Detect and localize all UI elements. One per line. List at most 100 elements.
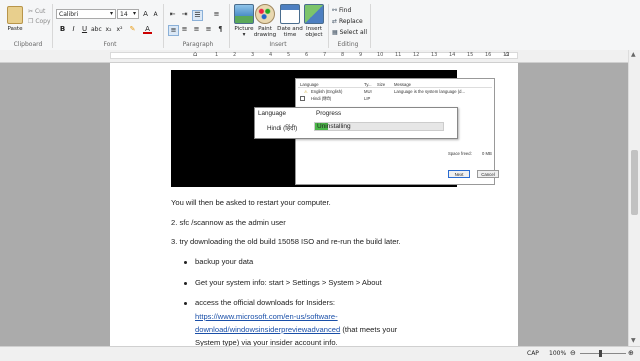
paragraph-restart: You will then be asked to restart your c… <box>171 198 331 207</box>
select-all-button[interactable]: ▦ Select all <box>332 29 367 36</box>
cut-label: Cut <box>34 8 46 15</box>
copy-icon: ❐ <box>28 18 34 25</box>
underline-button[interactable]: U <box>80 25 89 34</box>
paste-label: Paste <box>7 26 23 32</box>
right-indent-marker-icon[interactable]: ⌂ <box>505 50 509 58</box>
indent-marker-icon[interactable]: ⌂ <box>193 50 197 58</box>
highlight-color-icon[interactable]: ✎ <box>128 25 137 34</box>
font-family-select[interactable]: Calibri ▾ <box>56 9 116 19</box>
paste-button[interactable]: Paste <box>0 4 30 32</box>
shrink-font-button[interactable]: A <box>151 10 160 19</box>
clipboard-group-label: Clipboard <box>13 41 43 48</box>
divider <box>163 4 164 48</box>
ruler-number: 12 <box>413 52 420 58</box>
scroll-up-icon[interactable]: ▲ <box>631 51 636 58</box>
embedded-screenshot: Language Ty... Size Message ⚠ English (E… <box>171 70 499 187</box>
ruler-number: 6 <box>305 52 309 58</box>
scrollbar-thumb[interactable] <box>631 150 638 215</box>
object-icon <box>304 4 324 24</box>
bullet-list-icon[interactable]: ☰ <box>192 10 203 21</box>
zoom-slider-thumb[interactable] <box>599 350 602 357</box>
find-label: Find <box>338 7 352 14</box>
download-link-part-2[interactable]: download/windowsinsiderpreviewadvanced <box>195 325 340 334</box>
superscript-button[interactable]: x² <box>115 25 124 34</box>
download-link-part-1[interactable]: https://www.microsoft.com/en-us/software… <box>195 312 338 321</box>
font-color-button[interactable]: A <box>143 25 152 34</box>
zoom-in-icon[interactable]: ⊕ <box>628 349 634 357</box>
font-size-select[interactable]: 14 ▾ <box>117 9 139 19</box>
document-page[interactable]: Language Ty... Size Message ⚠ English (E… <box>110 63 518 351</box>
paragraph-settings-icon[interactable]: ¶ <box>216 25 225 34</box>
object-label-2: object <box>305 32 323 38</box>
row2-language: Hindi (हिंदी) <box>311 96 332 101</box>
row1-message: Language is the system language (d... <box>394 89 466 94</box>
zoom-slider[interactable] <box>580 353 626 354</box>
ruler-number: 7 <box>323 52 327 58</box>
next-button[interactable]: Next <box>448 170 470 178</box>
paint-palette-icon <box>255 4 275 24</box>
ruler-number: 11 <box>395 52 402 58</box>
bullet-2: Get your system info: start > Settings >… <box>195 278 382 287</box>
font-family-value: Calibri <box>59 11 79 18</box>
ruler-number: 5 <box>287 52 291 58</box>
caps-lock-indicator: CAP <box>527 350 539 357</box>
decrease-indent-icon[interactable]: ⇤ <box>168 10 177 19</box>
list-item-2: 2. sfc /scannow as the admin user <box>171 218 286 227</box>
strikethrough-button[interactable]: abc <box>91 25 102 34</box>
replace-button[interactable]: ⇄ Replace <box>332 18 363 25</box>
bold-button[interactable]: B <box>58 25 67 34</box>
ruler-number: 15 <box>467 52 474 58</box>
ruler-number: 1 <box>215 52 219 58</box>
subscript-button[interactable]: x₂ <box>104 25 113 34</box>
ruler[interactable]: 1 2 3 4 5 6 7 8 9 10 11 12 13 14 15 16 17 ⌂ ⌂ <box>0 50 628 63</box>
uninstall-progress-bar: Uninstalling <box>314 122 444 131</box>
copy-label: Copy <box>35 18 51 25</box>
popup-progress-header: Progress <box>316 110 342 117</box>
align-left-icon[interactable]: ≡ <box>168 25 179 36</box>
ruler-number: 16 <box>485 52 492 58</box>
ribbon: Paste ✂ Cut ❐ Copy Clipboard Calibri ▾ 14… <box>0 0 640 51</box>
row1-language: English (English) <box>311 89 343 94</box>
paint-label-2: drawing <box>253 32 277 38</box>
ruler-number: 3 <box>251 52 255 58</box>
row2-type: LIP <box>364 96 371 101</box>
warning-icon: ⚠ <box>304 89 308 94</box>
increase-indent-icon[interactable]: ⇥ <box>180 10 189 19</box>
bullet-3-line-3: download/windowsinsiderpreviewadvanced (… <box>195 325 397 334</box>
ruler-number: 4 <box>269 52 273 58</box>
chevron-down-icon: ▾ <box>109 10 113 17</box>
bullet-icon <box>184 261 187 264</box>
vertical-scrollbar[interactable]: ▲ ▼ <box>628 50 640 346</box>
cut-button[interactable]: ✂ Cut <box>28 8 45 15</box>
row1-type: MUI <box>364 89 372 94</box>
paragraph-group-label: Paragraph <box>182 41 214 48</box>
bullet-3-line-1: access the official downloads for Inside… <box>195 298 335 307</box>
binoculars-icon: ⚯ <box>332 7 338 14</box>
italic-button[interactable]: I <box>69 25 78 34</box>
ruler-number: 14 <box>449 52 456 58</box>
scroll-down-icon[interactable]: ▼ <box>631 337 636 344</box>
font-group-label: Font <box>103 41 117 48</box>
copy-button[interactable]: ❐ Copy <box>28 18 51 25</box>
ruler-track <box>110 52 518 59</box>
justify-icon[interactable]: ≡ <box>204 25 213 34</box>
progress-status-text: Uninstalling <box>317 123 351 130</box>
insert-object-button[interactable]: Insert object <box>299 4 329 38</box>
line-spacing-icon[interactable]: ≡ <box>212 10 221 19</box>
cancel-button[interactable]: Cancel <box>477 170 499 178</box>
align-right-icon[interactable]: ≡ <box>192 25 201 34</box>
align-center-icon[interactable]: ≡ <box>180 25 189 34</box>
scissors-icon: ✂ <box>28 8 34 15</box>
find-button[interactable]: ⚯ Find <box>332 7 351 14</box>
grow-font-button[interactable]: A <box>141 10 150 19</box>
bullet-1: backup your data <box>195 257 254 266</box>
ruler-number: 2 <box>233 52 237 58</box>
status-bar: CAP 100% ⊖ ⊕ <box>0 346 640 361</box>
zoom-out-icon[interactable]: ⊖ <box>570 349 576 357</box>
ruler-number: 8 <box>341 52 345 58</box>
row2-checkbox[interactable] <box>300 96 305 101</box>
divider <box>370 4 371 48</box>
ruler-number: 10 <box>377 52 384 58</box>
chevron-down-icon: ▾ <box>132 10 136 17</box>
list-item-3: 3. try downloading the old build 15058 I… <box>171 237 401 246</box>
